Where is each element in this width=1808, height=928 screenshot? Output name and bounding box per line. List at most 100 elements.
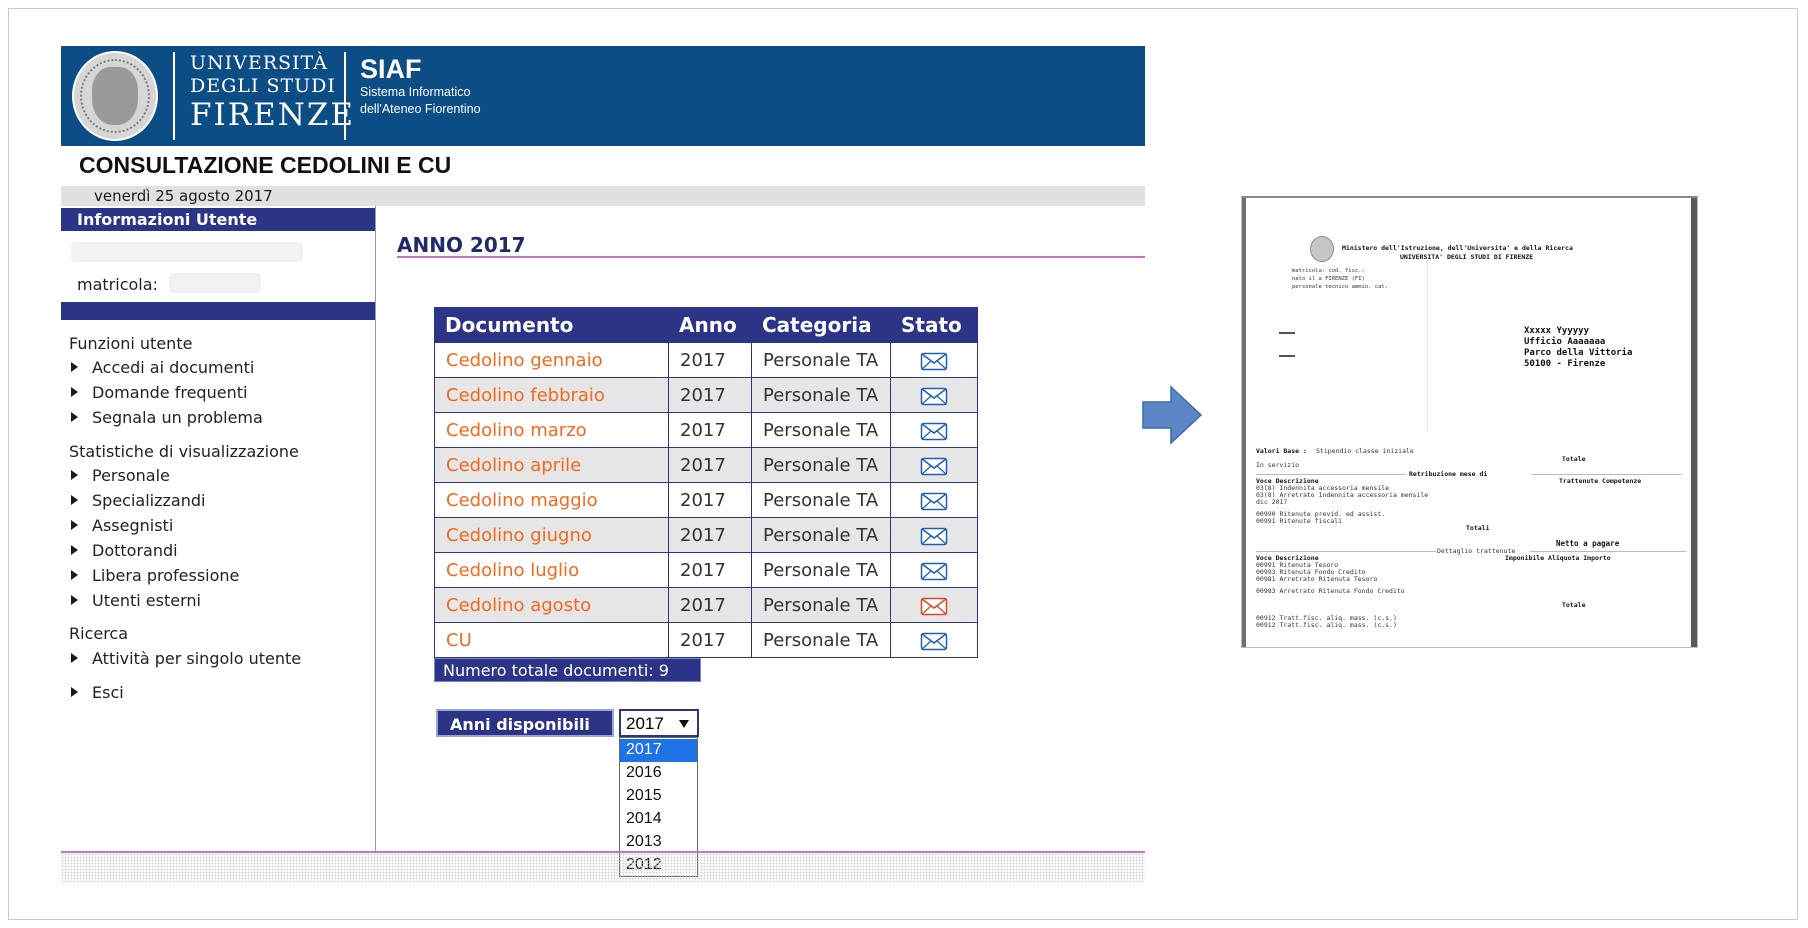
envelope-open-icon[interactable] xyxy=(920,351,948,371)
document-link[interactable]: Cedolino aprile xyxy=(434,447,669,483)
envelope-open-icon[interactable] xyxy=(920,456,948,476)
document-year: 2017 xyxy=(668,447,752,483)
sidebar-item-label: Attività per singolo utente xyxy=(92,649,302,668)
document-year: 2017 xyxy=(668,552,752,588)
preview-totali: Totali xyxy=(1466,524,1490,532)
document-link[interactable]: Cedolino maggio xyxy=(434,482,669,518)
documents-table: Documento Anno Categoria Stato Cedolino … xyxy=(434,307,978,658)
preview-in-servizio: In servizio xyxy=(1256,461,1300,469)
bullet-triangle-icon xyxy=(71,387,78,397)
footer-pattern xyxy=(61,853,1145,883)
preview-university: UNIVERSITA' DEGLI STUDI DI FIRENZE xyxy=(1400,253,1534,261)
preview-address-line: Parco della Vittoria xyxy=(1524,348,1633,358)
sidebar-item-libera-professione[interactable]: Libera professione xyxy=(71,566,239,585)
year-option[interactable]: 2016 xyxy=(620,762,697,785)
table-row: Cedolino febbraio 2017 Personale TA xyxy=(434,377,978,413)
university-line-1: UNIVERSITÀ xyxy=(190,52,328,74)
year-option[interactable]: 2017 xyxy=(620,739,697,762)
sidebar-item-utenti-esterni[interactable]: Utenti esterni xyxy=(71,591,201,610)
document-status xyxy=(890,622,978,658)
sidebar-item-label: Specializzandi xyxy=(92,491,206,510)
envelope-open-icon[interactable] xyxy=(920,421,948,441)
total-documents-label: Numero totale documenti: 9 xyxy=(443,661,669,680)
year-heading: ANNO 2017 xyxy=(397,233,526,257)
document-year: 2017 xyxy=(668,342,752,378)
header-banner: UNIVERSITÀ DEGLI STUDI FIRENZE SIAF Sist… xyxy=(61,46,1145,146)
table-row: Cedolino giugno 2017 Personale TA xyxy=(434,517,978,553)
document-link[interactable]: Cedolino giugno xyxy=(434,517,669,553)
university-line-3: FIRENZE xyxy=(190,97,356,133)
document-year: 2017 xyxy=(668,622,752,658)
document-category: Personale TA xyxy=(751,622,891,658)
preview-small-line: nato il a FIRENZE (FI) xyxy=(1292,276,1365,282)
bullet-triangle-icon xyxy=(71,595,78,605)
university-line-2: DEGLI STUDI xyxy=(190,75,336,97)
year-select-value: 2017 xyxy=(626,714,664,733)
table-row: CU 2017 Personale TA xyxy=(434,622,978,658)
envelope-open-icon[interactable] xyxy=(920,526,948,546)
envelope-open-icon[interactable] xyxy=(920,491,948,511)
document-category: Personale TA xyxy=(751,587,891,623)
document-category: Personale TA xyxy=(751,447,891,483)
sidebar-item-segnala-problema[interactable]: Segnala un problema xyxy=(71,408,263,427)
table-row: Cedolino luglio 2017 Personale TA xyxy=(434,552,978,588)
preview-line: 00912 Tratt.fisc. aliq. mass. (c.s.) xyxy=(1256,621,1397,629)
university-name: UNIVERSITÀ DEGLI STUDI FIRENZE xyxy=(190,52,355,131)
preview-small-line: personale tecnico ammin. cat. xyxy=(1292,284,1389,290)
year-select[interactable]: 2017 xyxy=(619,709,699,737)
document-link[interactable]: Cedolino febbraio xyxy=(434,377,669,413)
envelope-open-icon[interactable] xyxy=(920,631,948,651)
bullet-triangle-icon xyxy=(71,520,78,530)
user-name-redacted xyxy=(71,242,303,262)
document-year: 2017 xyxy=(668,412,752,448)
preview-totale: Totale xyxy=(1562,455,1586,463)
document-link[interactable]: Cedolino luglio xyxy=(434,552,669,588)
preview-detail-header-right: Imponibile Aliquota Importo xyxy=(1505,554,1611,562)
preview-totale-2: Totale xyxy=(1562,601,1586,609)
preview-line: 00991 Ritenute fiscali xyxy=(1256,517,1343,525)
envelope-open-icon[interactable] xyxy=(920,386,948,406)
preview-line: 00981 Arretrato Ritenuta Tesoro xyxy=(1256,575,1378,583)
envelope-open-icon[interactable] xyxy=(920,561,948,581)
column-header-categoria: Categoria xyxy=(751,307,891,343)
column-header-stato: Stato xyxy=(890,307,978,343)
right-arrow-icon xyxy=(1142,385,1203,445)
document-year: 2017 xyxy=(668,517,752,553)
preview-address-line: Ufficio Aaaaaaa xyxy=(1524,337,1606,347)
preview-trattenute-competenze: Trattenute Competenze xyxy=(1559,477,1642,485)
envelope-icon[interactable] xyxy=(920,596,948,616)
matricola-value-redacted xyxy=(169,273,261,293)
document-status xyxy=(890,412,978,448)
siaf-subtitle-2: dell'Ateneo Fiorentino xyxy=(360,102,481,116)
sidebar-item-dottorandi[interactable]: Dottorandi xyxy=(71,541,178,560)
sidebar-item-accedi-documenti[interactable]: Accedi ai documenti xyxy=(71,358,254,377)
document-category: Personale TA xyxy=(751,342,891,378)
document-link[interactable]: CU xyxy=(434,622,669,658)
document-link[interactable]: Cedolino gennaio xyxy=(434,342,669,378)
sidebar-item-domande-frequenti[interactable]: Domande frequenti xyxy=(71,383,247,402)
bullet-triangle-icon xyxy=(71,495,78,505)
section-funzioni-utente: Funzioni utente xyxy=(69,334,193,353)
ministry-emblem-icon xyxy=(1310,236,1334,262)
current-date: venerdì 25 agosto 2017 xyxy=(94,187,273,205)
year-option[interactable]: 2014 xyxy=(620,808,697,831)
sidebar-item-specializzandi[interactable]: Specializzandi xyxy=(71,491,205,510)
sidebar: Informazioni Utente matricola: Funzioni … xyxy=(61,206,376,851)
document-link[interactable]: Cedolino marzo xyxy=(434,412,669,448)
sidebar-item-personale[interactable]: Personale xyxy=(71,466,170,485)
document-link[interactable]: Cedolino agosto xyxy=(434,587,669,623)
sidebar-item-attivita-utente[interactable]: Attività per singolo utente xyxy=(71,649,301,668)
document-status xyxy=(890,552,978,588)
preview-valori-base: Valori Base : xyxy=(1256,447,1307,455)
payslip-preview: Ministero dell'Istruzione, dell'Universi… xyxy=(1241,196,1698,648)
preview-netto: Netto a pagare xyxy=(1556,539,1620,548)
total-documents-badge: Numero totale documenti: 9 xyxy=(434,658,701,682)
column-header-anno: Anno xyxy=(668,307,752,343)
table-row: Cedolino maggio 2017 Personale TA xyxy=(434,482,978,518)
sidebar-item-esci[interactable]: Esci xyxy=(71,683,124,702)
sidebar-separator xyxy=(61,302,375,320)
year-option[interactable]: 2015 xyxy=(620,785,697,808)
sidebar-item-assegnisti[interactable]: Assegnisti xyxy=(71,516,173,535)
preview-valori-base-text: Stipendio classe iniziale xyxy=(1316,447,1414,455)
date-bar: venerdì 25 agosto 2017 xyxy=(61,186,1145,206)
